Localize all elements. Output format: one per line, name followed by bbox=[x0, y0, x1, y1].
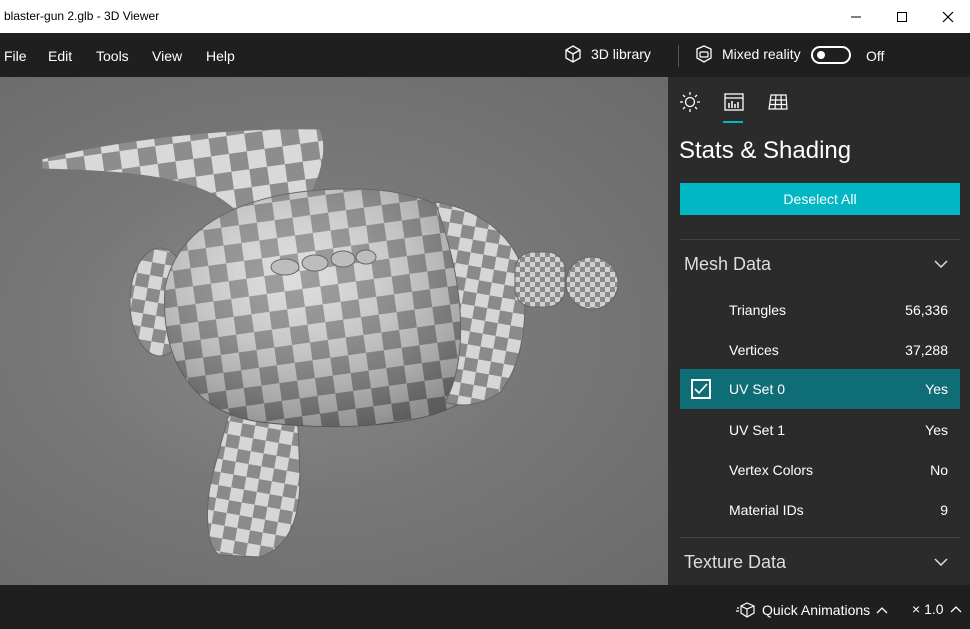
menu-bar: File Edit Tools View Help 3D library Mix… bbox=[0, 33, 970, 77]
stat-label: UV Set 1 bbox=[729, 422, 786, 438]
stat-value: 37,288 bbox=[905, 342, 948, 358]
chevron-up-icon bbox=[950, 606, 961, 613]
stat-label: UV Set 0 bbox=[729, 381, 786, 397]
minimize-button[interactable] bbox=[833, 0, 879, 33]
menu-help[interactable]: Help bbox=[206, 48, 235, 64]
stat-row-vertex-colors[interactable]: Vertex Colors No bbox=[680, 450, 960, 490]
maximize-button[interactable] bbox=[879, 0, 925, 33]
mixed-reality-toggle[interactable] bbox=[811, 46, 851, 64]
playback-speed-label: × 1.0 bbox=[912, 601, 944, 617]
menu-edit[interactable]: Edit bbox=[48, 48, 72, 64]
stat-label: Vertex Colors bbox=[729, 462, 814, 478]
stat-row-triangles: Triangles 56,336 bbox=[680, 290, 960, 330]
stat-value: No bbox=[930, 462, 948, 478]
minimize-icon bbox=[851, 16, 861, 17]
stat-label: Material IDs bbox=[729, 502, 804, 518]
panel-title: Stats & Shading bbox=[679, 137, 852, 164]
deselect-all-button[interactable]: Deselect All bbox=[680, 183, 960, 215]
section-divider bbox=[680, 239, 960, 240]
stat-label: Vertices bbox=[729, 342, 779, 358]
menu-file[interactable]: File bbox=[4, 48, 27, 64]
stat-row-vertices: Vertices 37,288 bbox=[680, 330, 960, 370]
active-tab-indicator bbox=[723, 121, 743, 123]
quick-animations-button[interactable]: Quick Animations bbox=[736, 601, 888, 619]
chevron-up-icon bbox=[876, 607, 888, 614]
stats-chart-icon bbox=[724, 93, 744, 111]
quick-animations-label: Quick Animations bbox=[762, 602, 871, 618]
chevron-down-icon[interactable] bbox=[934, 260, 948, 268]
stat-value: Yes bbox=[925, 381, 948, 397]
3d-viewport[interactable] bbox=[0, 77, 668, 585]
title-bar: blaster-gun 2.glb - 3D Viewer bbox=[0, 0, 970, 33]
toolbar-divider bbox=[678, 45, 679, 67]
chevron-down-icon[interactable] bbox=[934, 558, 948, 566]
grid-icon bbox=[768, 94, 788, 110]
stat-row-material-ids[interactable]: Material IDs 9 bbox=[680, 490, 960, 530]
menu-tools[interactable]: Tools bbox=[96, 48, 129, 64]
close-icon bbox=[942, 11, 954, 22]
3d-library-button[interactable]: 3D library bbox=[563, 44, 651, 64]
stat-label: Triangles bbox=[729, 302, 787, 318]
stat-row-uv-set-1[interactable]: UV Set 1 Yes bbox=[680, 410, 960, 450]
status-bar: Quick Animations × 1.0 bbox=[0, 585, 970, 629]
stat-value: Yes bbox=[925, 422, 948, 438]
sun-icon bbox=[680, 92, 700, 112]
3d-library-label: 3D library bbox=[591, 46, 651, 62]
blaster-gun-model[interactable] bbox=[0, 77, 668, 585]
lighting-tab[interactable] bbox=[679, 91, 701, 113]
mixed-reality-state: Off bbox=[866, 48, 885, 64]
maximize-icon bbox=[897, 11, 907, 22]
mixed-reality-button[interactable]: Mixed reality bbox=[694, 44, 801, 64]
cube-icon bbox=[565, 45, 581, 63]
uv-set-0-checkbox[interactable] bbox=[691, 379, 711, 399]
mixed-reality-label: Mixed reality bbox=[722, 46, 801, 62]
toggle-knob bbox=[817, 51, 825, 59]
close-button[interactable] bbox=[925, 0, 970, 33]
texture-data-header[interactable]: Texture Data bbox=[684, 552, 786, 573]
window-title: blaster-gun 2.glb - 3D Viewer bbox=[4, 9, 160, 23]
mesh-data-header[interactable]: Mesh Data bbox=[684, 254, 771, 275]
section-divider bbox=[680, 537, 960, 538]
grid-tab[interactable] bbox=[767, 91, 789, 113]
stat-row-uv-set-0[interactable]: UV Set 0 Yes bbox=[680, 369, 960, 409]
stat-value: 9 bbox=[940, 502, 948, 518]
playback-speed-button[interactable]: × 1.0 bbox=[912, 601, 962, 617]
animation-cube-icon bbox=[736, 602, 755, 618]
checkmark-icon bbox=[694, 383, 708, 395]
menu-view[interactable]: View bbox=[152, 48, 182, 64]
stats-tab[interactable] bbox=[723, 91, 745, 113]
stat-value: 56,336 bbox=[905, 302, 948, 318]
mixed-reality-icon bbox=[696, 45, 712, 63]
